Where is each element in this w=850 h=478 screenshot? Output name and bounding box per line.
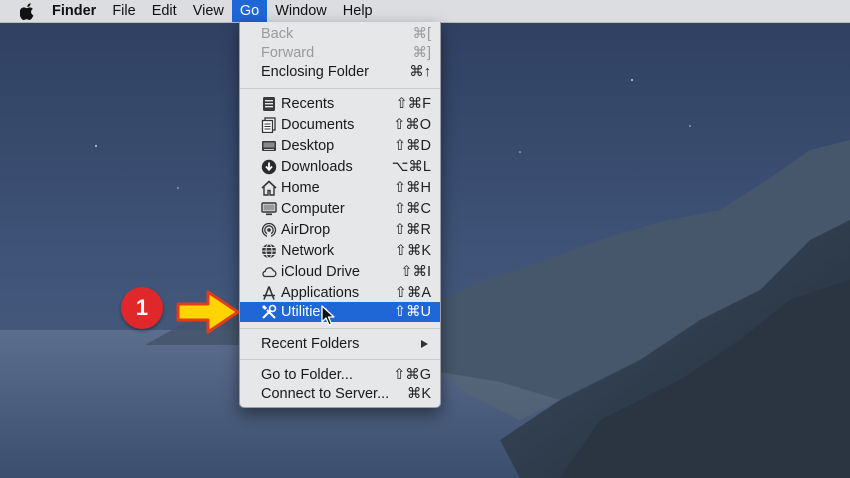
menu-window[interactable]: Window [267,0,335,22]
menu-item-back[interactable]: Back ⌘[ [240,24,440,44]
menu-go[interactable]: Go [231,0,268,22]
documents-icon [261,117,277,134]
menu-item-connect-to-server[interactable]: Connect to Server... ⌘K [240,384,440,404]
menu-item-icloud-drive[interactable]: iCloud Drive ⇧⌘I [240,262,440,282]
submenu-arrow-icon [421,340,428,348]
menu-help[interactable]: Help [335,0,381,22]
menu-item-label: Desktop [281,138,335,154]
menu-item-go-to-folder[interactable]: Go to Folder... ⇧⌘G [240,365,440,385]
menu-edit[interactable]: Edit [144,0,185,22]
applications-icon [261,285,277,301]
shortcut: ⇧⌘C [393,201,431,217]
shortcut: ⇧⌘H [393,180,431,196]
shortcut: ⇧⌘O [393,117,431,133]
downloads-icon [261,159,277,175]
shortcut: ⇧⌘R [393,222,431,238]
menu-item-utilities[interactable]: Utilities ⇧⌘U [240,302,440,322]
computer-icon [261,201,277,217]
menu-item-applications[interactable]: Applications ⇧⌘A [240,283,440,303]
utilities-icon [261,304,277,320]
network-icon [261,243,277,259]
menu-item-label: Downloads [281,159,353,175]
shortcut: ⇧⌘I [400,264,431,280]
menu-item-label: AirDrop [281,222,331,238]
menu-separator [240,359,440,360]
menu-item-recent-folders[interactable]: Recent Folders [240,334,440,354]
menu-item-home[interactable]: Home ⇧⌘H [240,178,440,198]
menu-item-label: Back [261,26,294,42]
desktop-icon [261,138,277,154]
shortcut: ⇧⌘K [394,243,431,259]
airdrop-icon [261,222,277,238]
menu-item-label: Computer [281,201,345,217]
menu-item-label: Applications [281,285,360,301]
menu-file[interactable]: File [104,0,143,22]
menu-item-label: Documents [281,117,355,133]
shortcut: ⇧⌘F [395,96,431,112]
menu-separator [240,328,440,329]
go-menu-dropdown: Back ⌘[ Forward ⌘] Enclosing Folder ⌘↑ R… [239,22,441,408]
shortcut: ⇧⌘A [394,285,431,301]
apple-logo-icon[interactable] [18,1,36,21]
shortcut: ⌘] [412,45,431,61]
step-number-badge: 1 [121,287,163,329]
shortcut: ⇧⌘D [393,138,431,154]
menu-item-label: Connect to Server... [261,386,390,402]
menu-item-label: Network [281,243,335,259]
shortcut: ⌘↑ [409,64,431,80]
menu-item-airdrop[interactable]: AirDrop ⇧⌘R [240,220,440,240]
shortcut: ⌥⌘L [391,159,431,175]
menu-item-label: Recent Folders [261,336,360,352]
menu-item-label: Recents [281,96,335,112]
pointer-arrow-icon [176,290,240,334]
shortcut: ⌘K [406,386,431,402]
menu-separator [240,88,440,89]
menu-item-downloads[interactable]: Downloads ⌥⌘L [240,157,440,177]
mouse-cursor-icon [321,305,335,326]
menu-finder[interactable]: Finder [52,0,104,22]
menu-bar: Finder File Edit View Go Window Help [0,0,850,23]
shortcut: ⌘[ [412,26,431,42]
shortcut: ⇧⌘U [393,304,431,320]
menu-item-documents[interactable]: Documents ⇧⌘O [240,115,440,135]
menu-view[interactable]: View [185,0,232,22]
menu-item-computer[interactable]: Computer ⇧⌘C [240,199,440,219]
menu-item-enclosing-folder[interactable]: Enclosing Folder ⌘↑ [240,62,440,82]
shortcut: ⇧⌘G [393,367,431,383]
menu-item-label: Home [281,180,320,196]
menu-item-desktop[interactable]: Desktop ⇧⌘D [240,136,440,156]
menu-item-label: iCloud Drive [281,264,360,280]
home-icon [261,180,277,196]
menu-item-network[interactable]: Network ⇧⌘K [240,241,440,261]
menu-item-label: Go to Folder... [261,367,353,383]
icloud-icon [261,264,277,280]
recents-icon [261,96,277,112]
menu-item-label: Enclosing Folder [261,64,369,80]
menu-item-recents[interactable]: Recents ⇧⌘F [240,94,440,114]
menu-item-label: Forward [261,45,315,61]
menu-item-forward[interactable]: Forward ⌘] [240,43,440,63]
